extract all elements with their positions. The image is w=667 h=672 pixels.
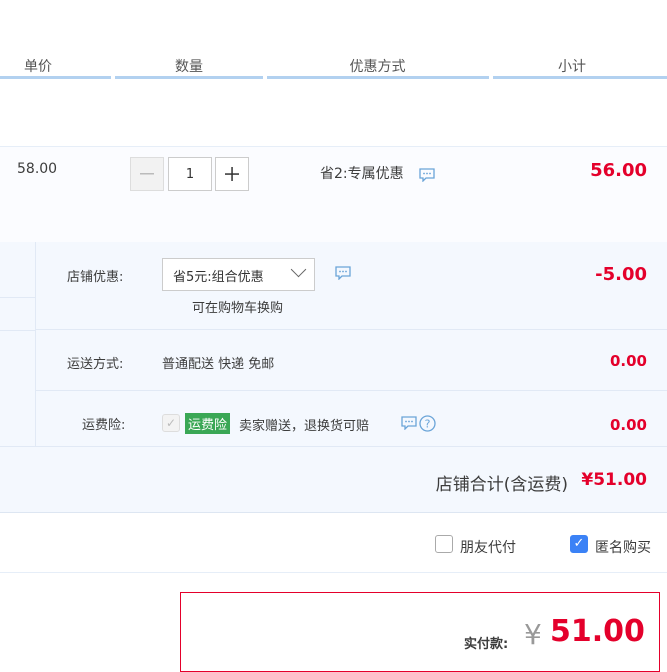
decrease-button[interactable] bbox=[130, 157, 164, 191]
quantity-stepper bbox=[130, 157, 250, 191]
shop-discount-label: 店铺优惠: bbox=[67, 270, 124, 285]
insurance-checkbox[interactable]: ✓ bbox=[162, 414, 180, 432]
shipping-label: 运送方式: bbox=[67, 357, 124, 372]
header-unit-price: 单价 bbox=[24, 59, 52, 75]
shop-discount-hint: 可在购物车换购 bbox=[192, 301, 284, 316]
payment-amount: 51.00 bbox=[550, 614, 645, 649]
shipping-value: 普通配送 快递 免邮 bbox=[162, 357, 275, 372]
friend-pay-checkbox[interactable] bbox=[435, 535, 453, 553]
divider bbox=[0, 446, 667, 447]
divider bbox=[0, 297, 36, 298]
item-unit-price: 58.00 bbox=[17, 161, 58, 177]
divider bbox=[0, 330, 36, 331]
header-underline bbox=[267, 76, 489, 79]
minus-icon bbox=[140, 173, 154, 175]
chevron-down-icon bbox=[290, 261, 307, 278]
help-icon[interactable]: ? bbox=[419, 415, 436, 432]
insurance-text: 卖家赠送，退换货可赔 bbox=[239, 419, 370, 434]
shop-discount-amount: -5.00 bbox=[595, 264, 647, 285]
header-underline bbox=[0, 76, 111, 79]
item-discount: 省2:专属优惠 bbox=[320, 166, 404, 182]
header-underline bbox=[493, 76, 667, 79]
header-underline bbox=[115, 76, 263, 79]
message-icon[interactable] bbox=[419, 168, 435, 182]
divider bbox=[35, 242, 36, 446]
insurance-amount: 0.00 bbox=[609, 416, 647, 434]
divider bbox=[36, 329, 667, 330]
header-discount: 优惠方式 bbox=[349, 59, 406, 75]
anonymous-checkbox[interactable]: ✓ bbox=[570, 535, 588, 553]
divider bbox=[0, 572, 667, 573]
insurance-badge: 运费险 bbox=[185, 413, 231, 434]
message-icon[interactable] bbox=[335, 266, 351, 280]
insurance-label: 运费险: bbox=[82, 418, 126, 433]
quantity-input[interactable] bbox=[168, 157, 212, 191]
header-subtotal: 小计 bbox=[558, 59, 586, 75]
item-subtotal: 56.00 bbox=[590, 160, 647, 181]
payment-currency: ¥ bbox=[524, 618, 542, 651]
message-icon[interactable] bbox=[401, 416, 417, 430]
shop-discount-selected: 省5元:组合优惠 bbox=[173, 270, 264, 285]
anonymous-label: 匿名购买 bbox=[595, 540, 651, 556]
shop-total-label: 店铺合计(含运费) bbox=[435, 475, 568, 495]
plus-icon bbox=[225, 167, 239, 181]
shop-total-amount: ¥51.00 bbox=[581, 470, 647, 490]
shipping-amount: 0.00 bbox=[609, 352, 647, 370]
payment-label: 实付款: bbox=[464, 637, 509, 652]
friend-pay-label: 朋友代付 bbox=[460, 540, 516, 556]
shop-discount-select[interactable]: 省5元:组合优惠 bbox=[162, 258, 315, 291]
increase-button[interactable] bbox=[215, 157, 249, 191]
divider bbox=[0, 512, 667, 513]
divider bbox=[36, 390, 667, 391]
header-quantity: 数量 bbox=[175, 59, 203, 75]
svg-text:?: ? bbox=[425, 418, 431, 431]
